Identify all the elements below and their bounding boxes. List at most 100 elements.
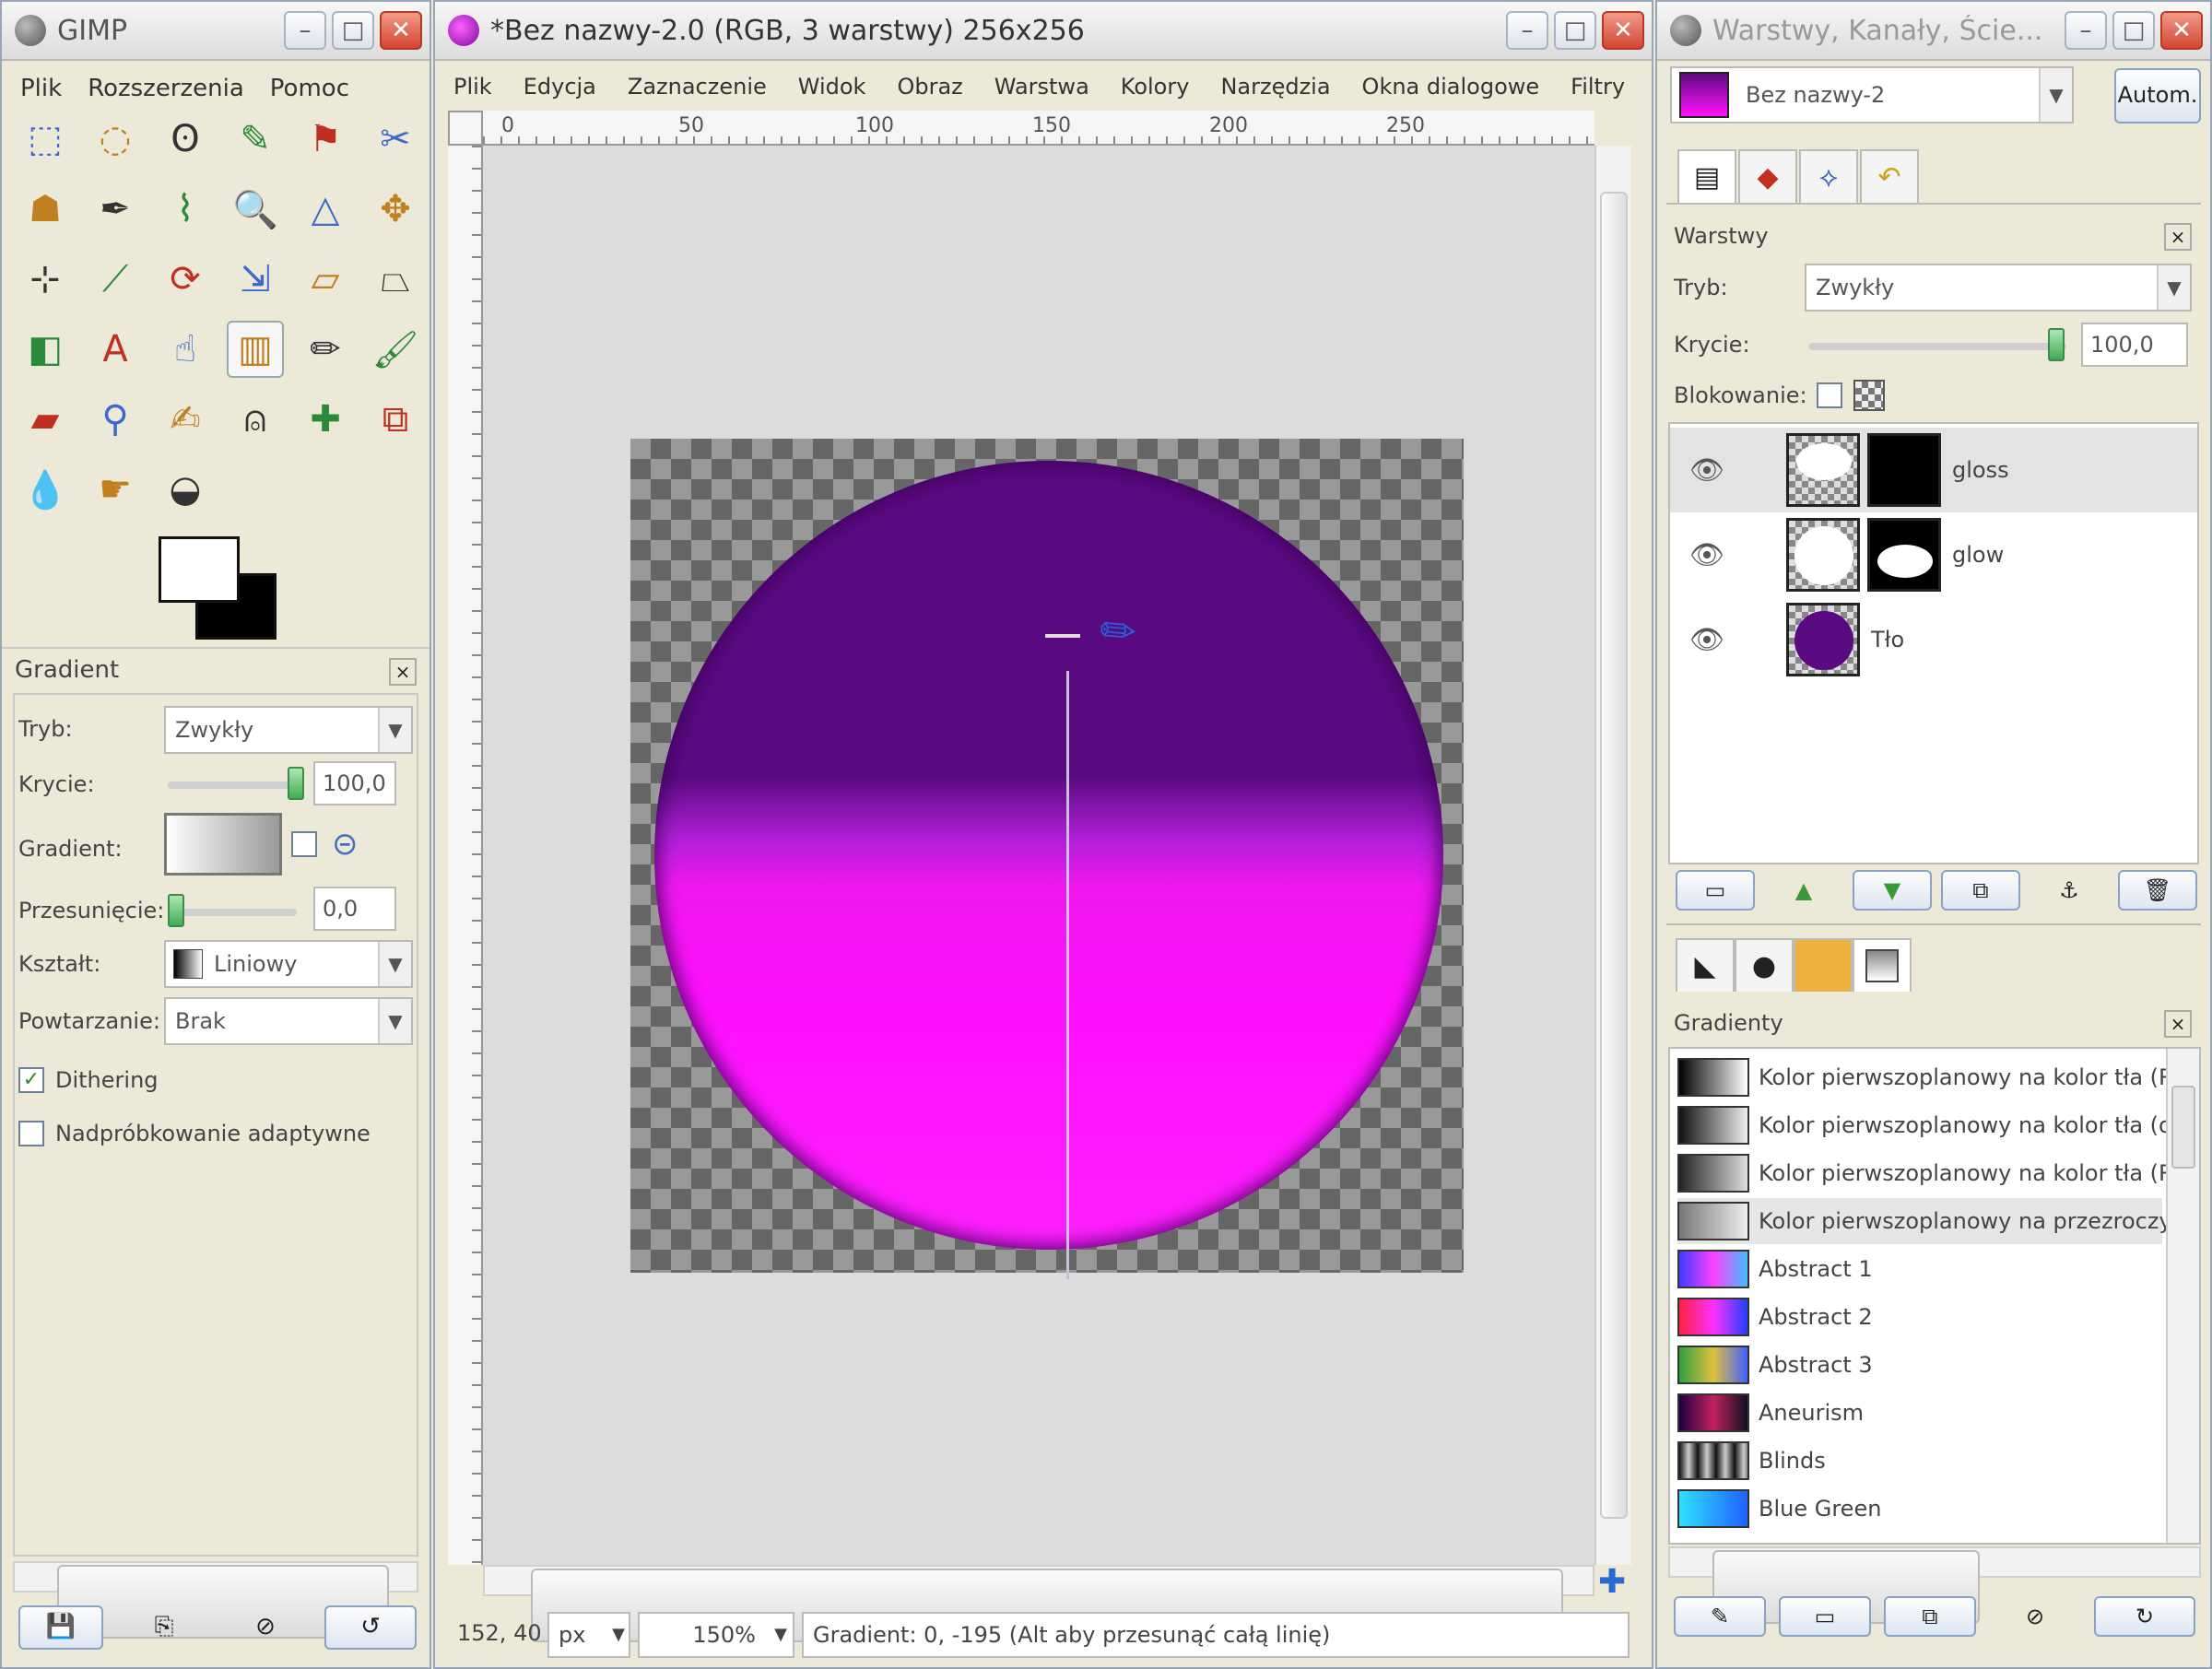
layer-opacity-slider[interactable] xyxy=(1808,343,2066,350)
gradient-preview[interactable] xyxy=(164,813,282,876)
dithering-checkbox[interactable]: ✓ xyxy=(18,1067,44,1093)
blur-tool-button[interactable]: 💧 xyxy=(17,461,74,518)
image-titlebar[interactable]: *Bez nazwy-2.0 (RGB, 3 warstwy) 256x256 … xyxy=(435,2,1652,61)
measure-tool-button[interactable]: △ xyxy=(297,181,354,238)
gradients-scrollbar[interactable] xyxy=(2166,1049,2199,1543)
lock-alpha-checkbox[interactable] xyxy=(1816,382,1842,408)
scroll-thumb[interactable] xyxy=(2171,1086,2195,1169)
new-gradient-button[interactable]: ▭ xyxy=(1779,1596,1871,1637)
menu-kolory[interactable]: Kolory xyxy=(1121,74,1190,100)
repeat-select[interactable]: Brak ▼ xyxy=(164,997,413,1045)
close-button[interactable]: ✕ xyxy=(380,11,422,50)
offset-slider[interactable] xyxy=(168,909,297,916)
delete-layer-button[interactable]: 🗑 xyxy=(2118,870,2197,911)
adaptive-supersampling-checkbox[interactable] xyxy=(18,1121,44,1146)
image-canvas[interactable] xyxy=(630,439,1464,1273)
minimize-button[interactable]: – xyxy=(1506,11,1548,50)
delete-gradient-button[interactable]: ⊘ xyxy=(1989,1596,2081,1637)
horizontal-scrollbar[interactable] xyxy=(483,1565,1594,1642)
opacity-spin[interactable]: 100,0 xyxy=(313,761,396,805)
shear-tool-button[interactable]: ▱ xyxy=(297,251,354,308)
visibility-eye-icon[interactable]: 👁 xyxy=(1683,624,1731,656)
visibility-eye-icon[interactable]: 👁 xyxy=(1683,454,1731,487)
tab-layers[interactable]: ▤ xyxy=(1677,149,1736,203)
close-panel-icon[interactable]: × xyxy=(2164,223,2192,251)
close-panel-icon[interactable]: × xyxy=(389,658,417,686)
rect-select-tool-button[interactable]: ⬚ xyxy=(17,111,74,168)
zoom-tool-button[interactable]: 🔍 xyxy=(227,181,284,238)
menu-edycja[interactable]: Edycja xyxy=(524,74,596,100)
gradients-hscrollbar[interactable] xyxy=(1668,1546,2201,1624)
close-panel-icon[interactable]: × xyxy=(2164,1010,2192,1038)
move-tool-button[interactable]: ✥ xyxy=(367,181,424,238)
tab-gradients[interactable] xyxy=(1853,938,1912,992)
reset-options-button[interactable]: ↺ xyxy=(324,1605,417,1650)
dodge-burn-tool-button[interactable]: ◒ xyxy=(157,461,214,518)
scale-tool-button[interactable]: ⇲ xyxy=(227,251,284,308)
color-selector[interactable] xyxy=(159,536,278,640)
gradient-list-item[interactable]: Kolor pierwszoplanowy na kolor tła (od xyxy=(1677,1102,2186,1148)
bucket-fill-tool-button[interactable]: ☝ xyxy=(157,321,214,378)
layer-mask-thumbnail[interactable] xyxy=(1867,518,1941,592)
fuzzy-select-tool-button[interactable]: ✎ xyxy=(227,111,284,168)
menu-plik[interactable]: Plik xyxy=(20,75,62,102)
gradient-list-item[interactable]: Abstract 1 xyxy=(1677,1246,2162,1292)
anchor-layer-button[interactable]: ⚓ xyxy=(2030,870,2109,911)
maximize-button[interactable]: □ xyxy=(332,11,374,50)
layer-name[interactable]: Tło xyxy=(1871,627,1904,652)
gradient-start-marker[interactable] xyxy=(1045,634,1080,638)
menu-plik[interactable]: Plik xyxy=(453,74,492,100)
tab-palettes[interactable] xyxy=(1794,938,1853,992)
align-tool-button[interactable]: ⊹ xyxy=(17,251,74,308)
menu-obraz[interactable]: Obraz xyxy=(897,74,962,100)
layer-opacity-spin[interactable]: 100,0 xyxy=(2081,323,2188,367)
unit-select[interactable]: px ▼ xyxy=(547,1612,630,1658)
raise-layer-button[interactable]: ▲ xyxy=(1764,870,1843,911)
edit-gradient-button[interactable]: ✎ xyxy=(1674,1596,1766,1637)
minimize-button[interactable]: – xyxy=(284,11,326,50)
layer-mask-thumbnail[interactable] xyxy=(1867,433,1941,507)
foreground-select-tool-button[interactable]: ☗ xyxy=(17,181,74,238)
reverse-checkbox[interactable] xyxy=(291,831,317,857)
smudge-tool-button[interactable]: ☛ xyxy=(87,461,144,518)
layer-row-gloss[interactable]: 👁 gloss xyxy=(1670,428,2197,512)
menu-narzędzia[interactable]: Narzędzia xyxy=(1220,74,1330,100)
menu-filtry[interactable]: Filtry xyxy=(1571,74,1625,100)
free-select-tool-button[interactable]: ʘ xyxy=(157,111,214,168)
close-button[interactable]: ✕ xyxy=(2160,11,2203,50)
layer-thumbnail[interactable] xyxy=(1786,518,1860,592)
ellipse-select-tool-button[interactable]: ◌ xyxy=(87,111,144,168)
layer-row-glow[interactable]: 👁 glow xyxy=(1670,512,2197,597)
select-by-color-tool-button[interactable]: ⚑ xyxy=(297,111,354,168)
mode-select[interactable]: Zwykły ▼ xyxy=(164,706,413,754)
toolbox-hscrollbar[interactable] xyxy=(13,1561,418,1639)
vertical-scrollbar[interactable] xyxy=(1594,146,1631,1565)
gradient-list-item[interactable]: Abstract 3 xyxy=(1677,1342,2162,1388)
gradient-list-item[interactable]: Blinds xyxy=(1677,1438,2162,1484)
color-picker-tool-button[interactable]: ⌇ xyxy=(157,181,214,238)
blend-tool-button[interactable]: ▥ xyxy=(227,321,284,378)
tab-channels[interactable]: ◆ xyxy=(1738,149,1797,203)
opacity-slider[interactable] xyxy=(168,782,297,789)
tab-patterns[interactable]: ● xyxy=(1735,938,1794,992)
duplicate-layer-button[interactable]: ⧉ xyxy=(1941,870,2020,911)
visibility-eye-icon[interactable]: 👁 xyxy=(1683,539,1731,571)
dock-titlebar[interactable]: Warstwy, Kanały, Ście... – □ ✕ xyxy=(1657,2,2210,61)
perspective-tool-button[interactable]: ⏢ xyxy=(367,251,424,308)
rotate-tool-button[interactable]: ⟳ xyxy=(157,251,214,308)
layer-name[interactable]: glow xyxy=(1952,542,2004,568)
minimize-button[interactable]: – xyxy=(2065,11,2107,50)
layer-thumbnail[interactable] xyxy=(1786,603,1860,676)
scroll-thumb[interactable] xyxy=(1600,192,1628,1519)
offset-slider-handle[interactable] xyxy=(168,894,184,927)
duplicate-gradient-button[interactable]: ⧉ xyxy=(1884,1596,1976,1637)
gradient-list-item[interactable]: Abstract 2 xyxy=(1677,1294,2162,1340)
layer-name[interactable]: gloss xyxy=(1952,457,2009,483)
refresh-gradients-button[interactable]: ↻ xyxy=(2094,1596,2195,1637)
image-select[interactable]: Bez nazwy-2 ▼ xyxy=(1670,66,2074,123)
layer-mode-select[interactable]: Zwykły ▼ xyxy=(1805,264,2192,311)
new-layer-button[interactable]: ▭ xyxy=(1676,870,1755,911)
scissors-tool-button[interactable]: ✂ xyxy=(367,111,424,168)
menu-rozszerzenia[interactable]: Rozszerzenia xyxy=(88,75,244,102)
gradient-list-item[interactable]: Blue Green xyxy=(1677,1486,2162,1532)
